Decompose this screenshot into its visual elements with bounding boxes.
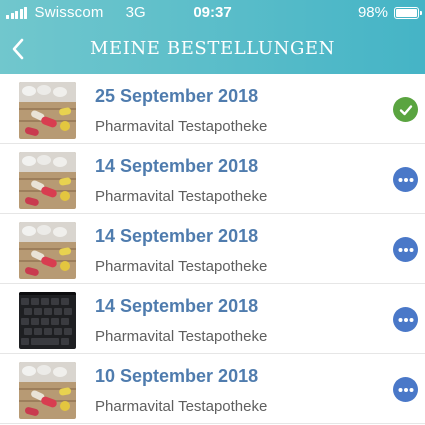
order-thumbnail-pills: [19, 362, 76, 419]
pharmacy-name: Pharmavital Testapotheke: [95, 398, 268, 415]
more-icon: [398, 317, 413, 322]
page-title: MEINE BESTELLUNGEN: [89, 38, 336, 59]
status-bar: Swisscom 3G 09:37 98%: [0, 0, 425, 26]
order-more-button[interactable]: [393, 237, 418, 262]
battery-percent: 98%: [357, 4, 388, 21]
order-date: 10 September 2018: [95, 366, 259, 386]
order-date: 25 September 2018: [95, 86, 259, 106]
pharmacy-name: Pharmavital Testapotheke: [95, 118, 268, 135]
more-icon: [398, 387, 413, 392]
more-icon: [398, 247, 413, 252]
order-row[interactable]: 14 September 2018 Pharmavital Testapothe…: [0, 144, 425, 214]
order-thumbnail-pills: [19, 152, 76, 209]
order-more-button[interactable]: [393, 377, 418, 402]
order-date: 14 September 2018: [95, 156, 259, 176]
order-row[interactable]: 10 September 2018 Pharmavital Testapothe…: [0, 354, 425, 424]
order-thumbnail-pills: [19, 222, 76, 279]
order-more-button[interactable]: [393, 307, 418, 332]
order-list: 25 September 2018 Pharmavital Testapothe…: [0, 74, 425, 424]
order-thumbnail-keyboard: [19, 292, 76, 349]
pharmacy-name: Pharmavital Testapotheke: [95, 328, 268, 345]
order-row[interactable]: 14 September 2018 Pharmavital Testapothe…: [0, 214, 425, 284]
order-date: 14 September 2018: [95, 226, 259, 246]
battery-icon: [394, 6, 422, 19]
pharmacy-name: Pharmavital Testapotheke: [95, 258, 268, 275]
checkmark-icon: [399, 104, 412, 115]
order-row[interactable]: 14 September 2018 Pharmavital Testapothe…: [0, 284, 425, 354]
order-row[interactable]: 25 September 2018 Pharmavital Testapothe…: [0, 74, 425, 144]
app-header: Swisscom 3G 09:37 98% MEINE BESTELLUNGEN: [0, 0, 425, 74]
order-date: 14 September 2018: [95, 296, 259, 316]
order-thumbnail-pills: [19, 82, 76, 139]
status-bar-right: 98%: [357, 4, 422, 21]
order-status-completed[interactable]: [393, 97, 418, 122]
order-more-button[interactable]: [393, 167, 418, 192]
more-icon: [398, 177, 413, 182]
pharmacy-name: Pharmavital Testapotheke: [95, 188, 268, 205]
